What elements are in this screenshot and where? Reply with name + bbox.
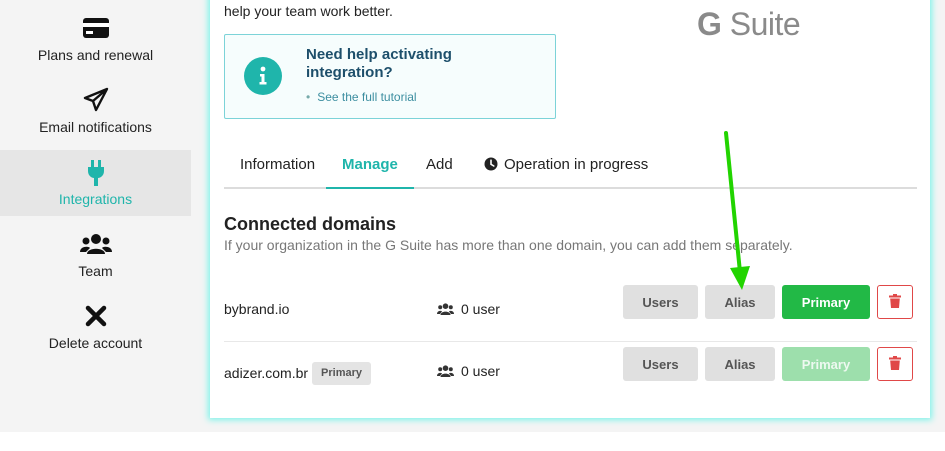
user-count: 0 user [437, 363, 500, 379]
sidebar-item-label: Team [78, 263, 113, 279]
help-box: Need help activating integration? • See t… [224, 34, 556, 119]
section-subtitle: If your organization in the G Suite has … [224, 237, 793, 253]
users-icon [437, 303, 454, 315]
domain-name: bybrand.io [224, 301, 290, 317]
users-button[interactable]: Users [623, 347, 698, 381]
help-title: Need help activating integration? [306, 46, 452, 81]
primary-badge: Primary [312, 362, 372, 385]
paper-plane-icon [0, 86, 191, 114]
plug-icon [0, 159, 191, 187]
sidebar-item-label: Delete account [48, 335, 143, 351]
sidebar-item-delete-account[interactable]: Delete account [0, 294, 191, 360]
domain-row: adizer.com.br Primary 0 user Users Alias … [224, 343, 917, 403]
page-bottom-band [0, 432, 945, 451]
tutorial-link[interactable]: • See the full tutorial [306, 90, 417, 104]
delete-domain-button[interactable] [877, 285, 913, 319]
delete-domain-button[interactable] [877, 347, 913, 381]
intro-text: help your team work better. [224, 3, 393, 19]
users-icon [0, 230, 191, 258]
tab-operation-in-progress[interactable]: Operation in progress [468, 147, 664, 187]
user-count: 0 user [437, 301, 500, 317]
alias-button[interactable]: Alias [705, 285, 775, 319]
alias-button[interactable]: Alias [705, 347, 775, 381]
gsuite-logo: G Suite [697, 6, 801, 42]
sidebar-item-label: Integrations [58, 191, 133, 207]
clock-icon [484, 149, 498, 185]
sidebar-item-label: Plans and renewal [37, 47, 154, 63]
trash-icon [889, 293, 901, 311]
info-icon [244, 57, 282, 95]
integration-tabs: Information Manage Add Operation in prog… [224, 147, 917, 189]
credit-card-icon [0, 14, 191, 42]
section-title: Connected domains [224, 214, 397, 234]
users-icon [437, 365, 454, 377]
close-icon [0, 302, 191, 330]
sidebar-item-label: Email notifications [39, 119, 152, 135]
users-button[interactable]: Users [623, 285, 698, 319]
domain-row: bybrand.io 0 user Users Alias Primary [224, 281, 917, 342]
settings-sidebar: Plans and renewal Email notifications In… [0, 0, 191, 432]
sidebar-item-plans[interactable]: Plans and renewal [0, 0, 191, 66]
sidebar-item-email-notifications[interactable]: Email notifications [0, 72, 191, 138]
domain-name: adizer.com.br Primary [224, 362, 372, 386]
integration-card: help your team work better. G Suite Need… [210, 0, 930, 418]
set-primary-button[interactable]: Primary [782, 285, 870, 319]
set-primary-button: Primary [782, 347, 870, 381]
trash-icon [889, 355, 901, 373]
sidebar-item-integrations[interactable]: Integrations [0, 150, 191, 216]
tab-information[interactable]: Information [224, 147, 331, 187]
tab-manage[interactable]: Manage [326, 147, 414, 189]
tab-add[interactable]: Add [410, 147, 469, 187]
sidebar-item-team[interactable]: Team [0, 222, 191, 288]
